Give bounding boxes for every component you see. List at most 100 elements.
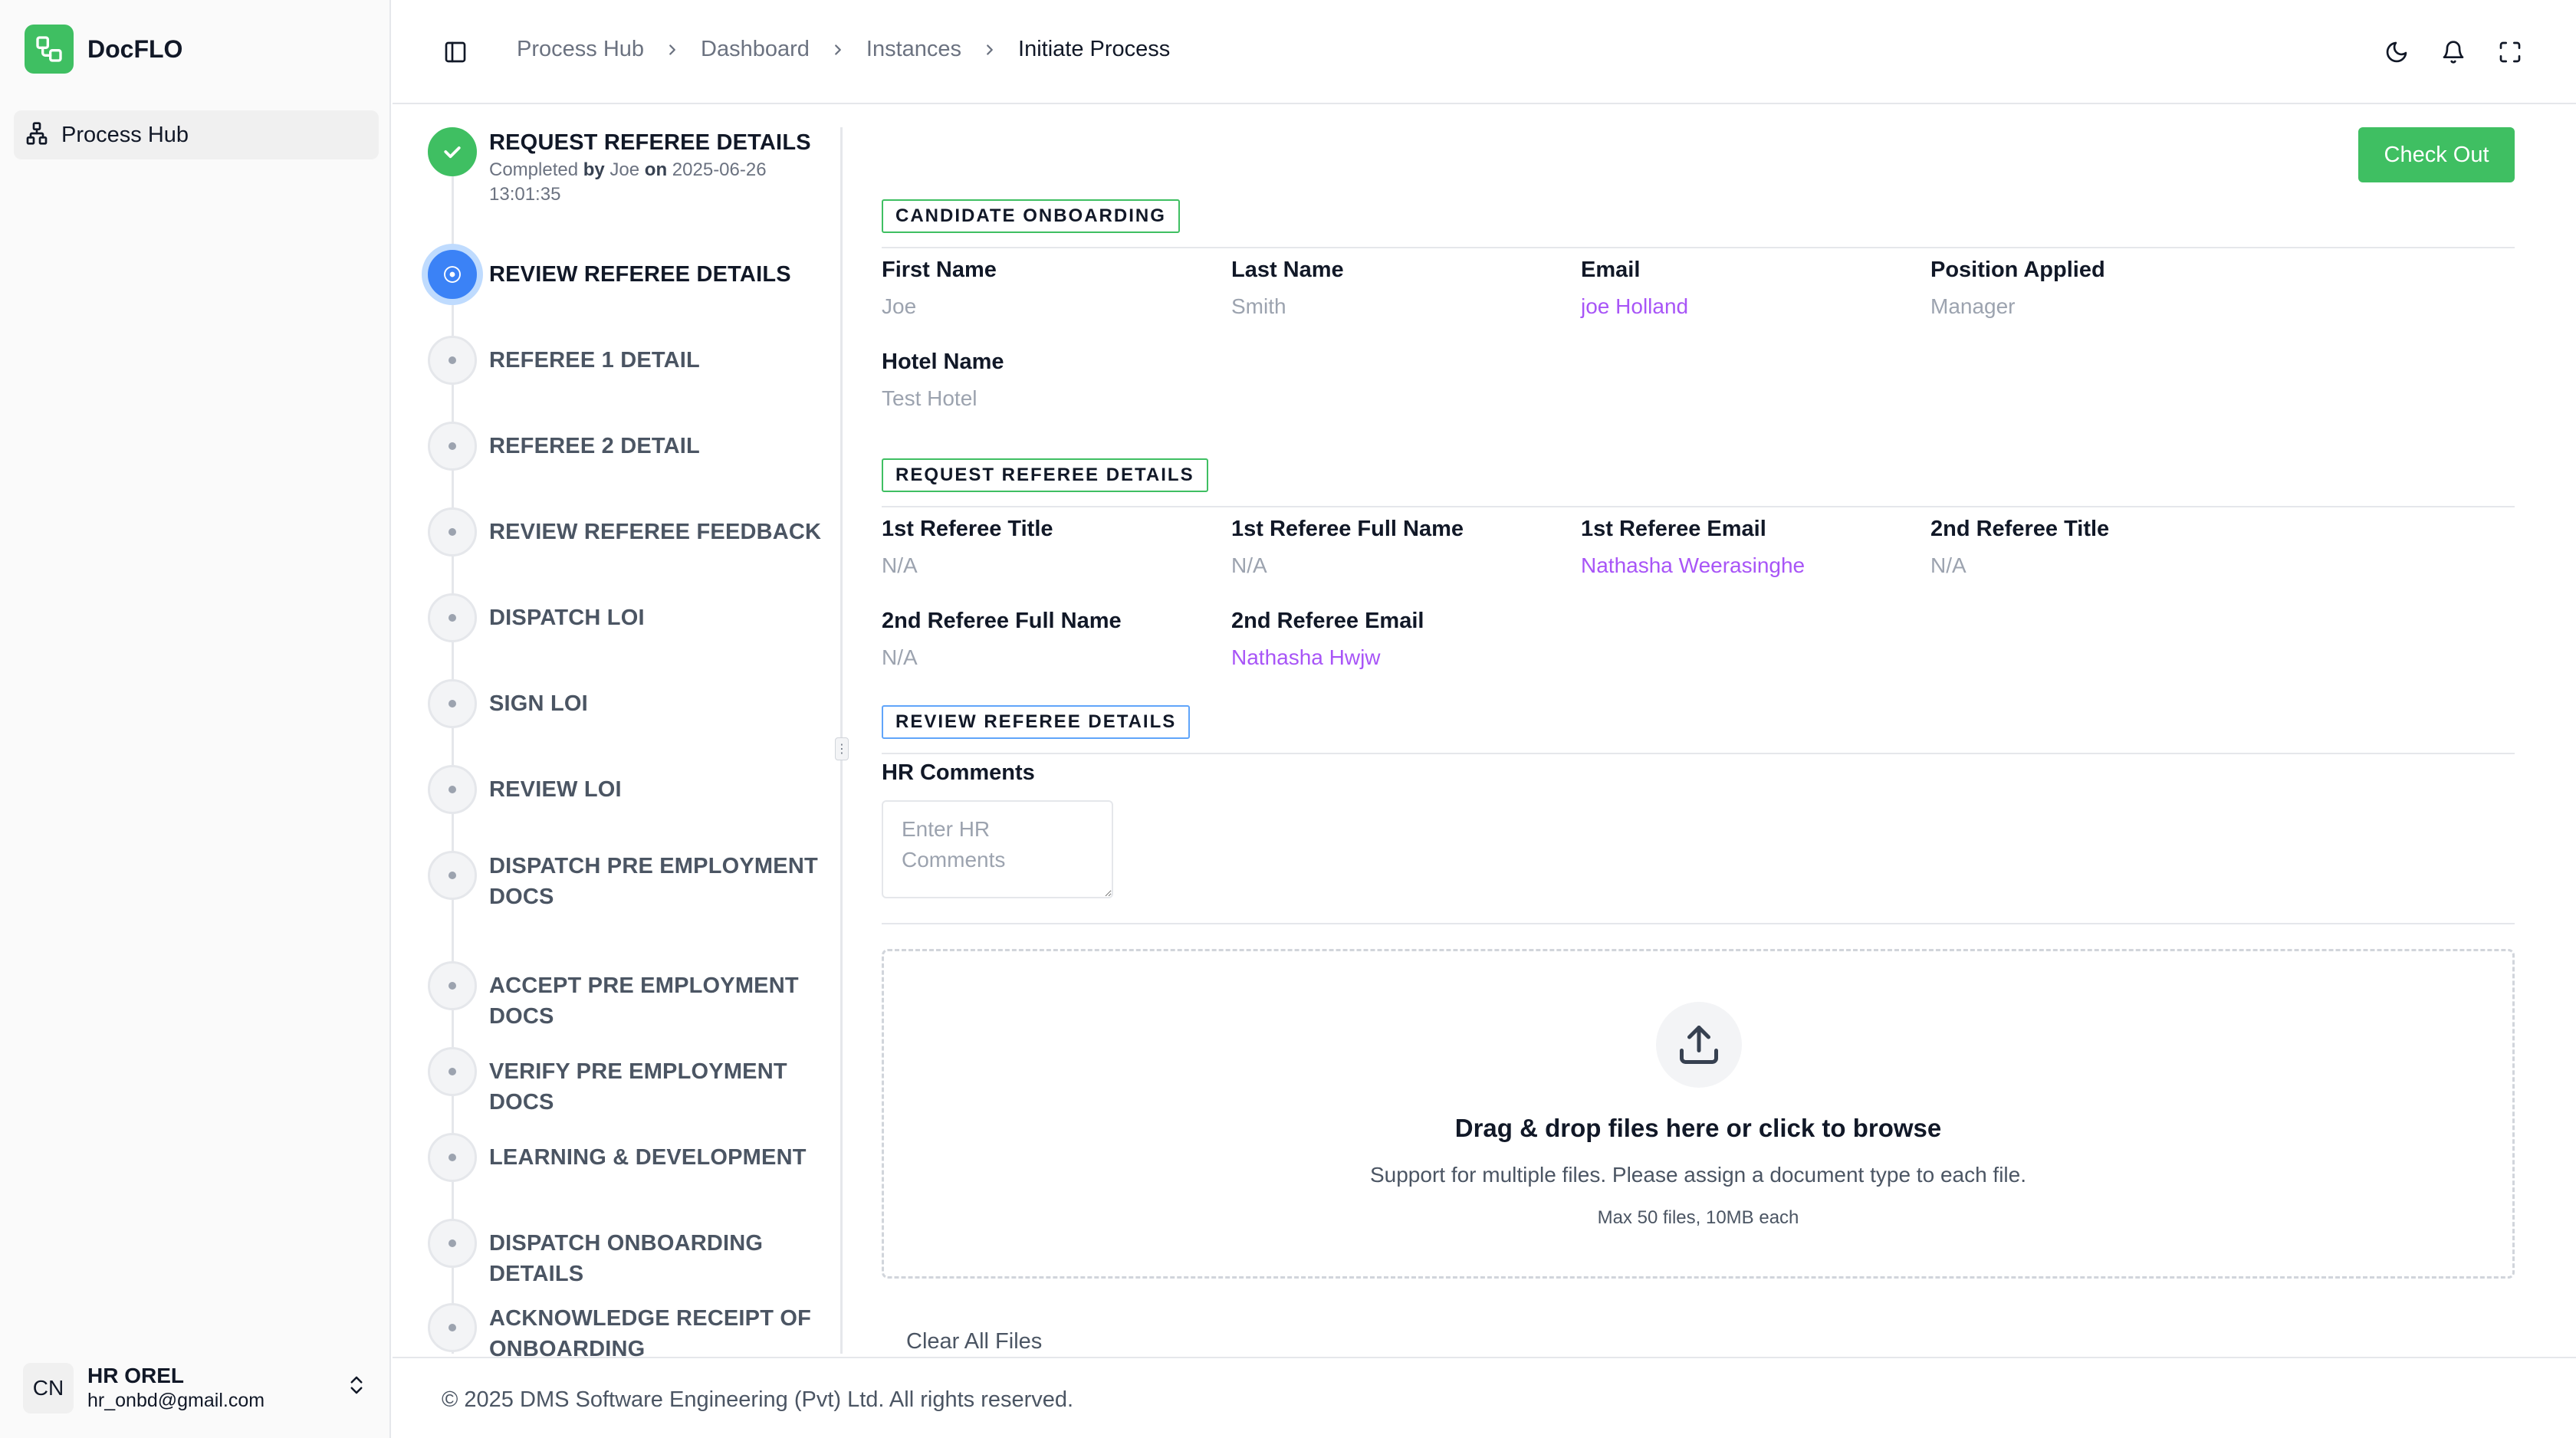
section-divider — [882, 506, 2515, 507]
clear-all-files-button[interactable]: Clear All Files — [906, 1329, 1042, 1354]
hr-comments-field[interactable] — [882, 800, 1113, 898]
step-sign-loi[interactable]: SIGN LOI — [428, 679, 842, 728]
field-2nd-referee-full-name: 2nd Referee Full Name N/A — [882, 606, 1204, 673]
step-review-loi[interactable]: REVIEW LOI — [428, 765, 842, 814]
step-title: VERIFY PRE EMPLOYMENT DOCS — [489, 1059, 787, 1115]
footer: © 2025 DMS Software Engineering (Pvt) Lt… — [393, 1357, 2576, 1438]
step-completion-meta: Completed by Joe on 2025-06-26 13:01:35 — [489, 159, 767, 205]
section-divider — [882, 753, 2515, 754]
step-title: LEARNING & DEVELOPMENT — [489, 1145, 807, 1170]
step-title: REFEREE 2 DETAIL — [489, 434, 700, 458]
user-menu[interactable]: CN HR OREL hr_onbd@gmail.com — [23, 1361, 368, 1415]
check-out-button[interactable]: Check Out — [2358, 127, 2515, 182]
chevrons-up-down-icon[interactable] — [345, 1374, 368, 1400]
copyright-text: © 2025 DMS Software Engineering (Pvt) Lt… — [442, 1387, 1074, 1412]
pending-step-icon — [428, 679, 477, 728]
field-value: Joe — [882, 294, 917, 318]
app-name: DocFLO — [87, 34, 183, 63]
workflow-icon — [25, 25, 74, 74]
upload-icon — [1656, 1002, 1742, 1088]
field-label: First Name — [882, 258, 997, 282]
user-info: HR OREL hr_onbd@gmail.com — [87, 1364, 264, 1413]
step-dispatch-onboarding-details[interactable]: DISPATCH ONBOARDING DETAILS — [428, 1219, 842, 1289]
bell-icon[interactable] — [2440, 38, 2467, 66]
fullscreen-icon[interactable] — [2496, 38, 2524, 66]
field-label: 1st Referee Email — [1581, 517, 1766, 541]
field-1st-referee-title: 1st Referee Title N/A — [882, 514, 1204, 581]
field-value: Smith — [1231, 294, 1286, 318]
field-label: Email — [1581, 258, 1641, 282]
dropzone-limit: Max 50 files, 10MB each — [1597, 1207, 1799, 1228]
field-1st-referee-full-name: 1st Referee Full Name N/A — [1231, 514, 1553, 581]
field-email: Email joe Holland — [1581, 254, 1903, 322]
field-value: N/A — [1231, 553, 1267, 577]
step-request-referee-details[interactable]: REQUEST REFEREE DETAILS Completed by Joe… — [428, 127, 842, 207]
step-title: DISPATCH PRE EMPLOYMENT DOCS — [489, 854, 818, 909]
moon-icon[interactable] — [2383, 38, 2410, 66]
section-title-candidate-onboarding: CANDIDATE ONBOARDING — [882, 199, 1180, 233]
pending-step-icon — [428, 422, 477, 471]
user-email: hr_onbd@gmail.com — [87, 1390, 265, 1411]
step-referee-2-detail[interactable]: REFEREE 2 DETAIL — [428, 422, 842, 471]
step-title: DISPATCH LOI — [489, 606, 645, 630]
pending-step-icon — [428, 1219, 477, 1268]
step-accept-pre-employment-docs[interactable]: ACCEPT PRE EMPLOYMENT DOCS — [428, 961, 842, 1032]
step-review-referee-details[interactable]: REVIEW REFEREE DETAILS — [428, 250, 842, 299]
field-2nd-referee-title: 2nd Referee Title N/A — [1930, 514, 2252, 581]
step-review-referee-feedback[interactable]: REVIEW REFEREE FEEDBACK — [428, 507, 842, 556]
step-title: DISPATCH ONBOARDING DETAILS — [489, 1231, 764, 1286]
chevron-right-icon — [981, 41, 998, 58]
field-label: 2nd Referee Title — [1930, 517, 2110, 541]
step-learning-development[interactable]: LEARNING & DEVELOPMENT — [428, 1133, 842, 1182]
sidebar-toggle-icon[interactable] — [443, 40, 468, 68]
field-1st-referee-email: 1st Referee Email Nathasha Weerasinghe — [1581, 514, 1903, 581]
breadcrumb-process-hub[interactable]: Process Hub — [517, 37, 644, 62]
step-acknowledge-receipt-of-onboarding[interactable]: ACKNOWLEDGE RECEIPT OF ONBOARDING — [428, 1303, 842, 1364]
process-stepper: REQUEST REFEREE DETAILS Completed by Joe… — [428, 127, 842, 1361]
pending-step-icon — [428, 336, 477, 385]
field-first-name: First Name Joe — [882, 254, 1204, 322]
field-value: Manager — [1930, 294, 2016, 318]
field-last-name: Last Name Smith — [1231, 254, 1553, 322]
breadcrumb-instances[interactable]: Instances — [866, 37, 961, 62]
field-label: 1st Referee Title — [882, 517, 1053, 541]
step-title: ACCEPT PRE EMPLOYMENT DOCS — [489, 973, 799, 1029]
email-link[interactable]: joe Holland — [1581, 291, 1903, 322]
pending-step-icon — [428, 851, 477, 900]
field-label: 2nd Referee Full Name — [882, 609, 1122, 633]
section-title-request-referee-details: REQUEST REFEREE DETAILS — [882, 458, 1208, 492]
step-referee-1-detail[interactable]: REFEREE 1 DETAIL — [428, 336, 842, 385]
chevron-right-icon — [830, 41, 846, 58]
step-title: SIGN LOI — [489, 691, 588, 716]
pending-step-icon — [428, 961, 477, 1010]
field-label: 1st Referee Full Name — [1231, 517, 1464, 541]
step-dispatch-pre-employment-docs[interactable]: DISPATCH PRE EMPLOYMENT DOCS — [428, 851, 842, 912]
field-hotel-name: Hotel Name Test Hotel — [882, 346, 1204, 414]
step-title: ACKNOWLEDGE RECEIPT OF ONBOARDING — [489, 1306, 812, 1361]
email-link[interactable]: Nathasha Weerasinghe — [1581, 550, 1903, 581]
breadcrumb-dashboard[interactable]: Dashboard — [701, 37, 810, 62]
file-dropzone[interactable]: Drag & drop files here or click to brows… — [882, 949, 2515, 1279]
step-verify-pre-employment-docs[interactable]: VERIFY PRE EMPLOYMENT DOCS — [428, 1047, 842, 1118]
sidebar-item-label: Process Hub — [61, 122, 189, 147]
section-divider — [882, 247, 2515, 248]
brand[interactable]: DocFLO — [25, 25, 182, 74]
header-actions — [2383, 38, 2524, 66]
dropzone-subtitle: Support for multiple files. Please assig… — [1369, 1163, 2027, 1187]
grip-vertical-icon[interactable]: ⋮ — [835, 737, 849, 760]
section-title-review-referee-details: REVIEW REFEREE DETAILS — [882, 705, 1191, 739]
pending-step-icon — [428, 765, 477, 814]
hr-comments-label: HR Comments — [882, 760, 1035, 785]
field-value: N/A — [882, 645, 918, 669]
pending-step-icon — [428, 1133, 477, 1182]
sidebar-item-process-hub[interactable]: Process Hub — [14, 110, 379, 159]
field-value: Test Hotel — [882, 386, 978, 410]
breadcrumb-initiate-process: Initiate Process — [1018, 37, 1171, 61]
check-icon — [428, 127, 477, 176]
field-label: Hotel Name — [882, 350, 1004, 374]
avatar: CN — [23, 1363, 74, 1413]
sidebar: DocFLO Process Hub CN HR OREL hr_onbd@gm… — [0, 0, 391, 1438]
step-dispatch-loi[interactable]: DISPATCH LOI — [428, 593, 842, 642]
email-link[interactable]: Nathasha Hwjw — [1231, 642, 1553, 673]
pending-step-icon — [428, 593, 477, 642]
